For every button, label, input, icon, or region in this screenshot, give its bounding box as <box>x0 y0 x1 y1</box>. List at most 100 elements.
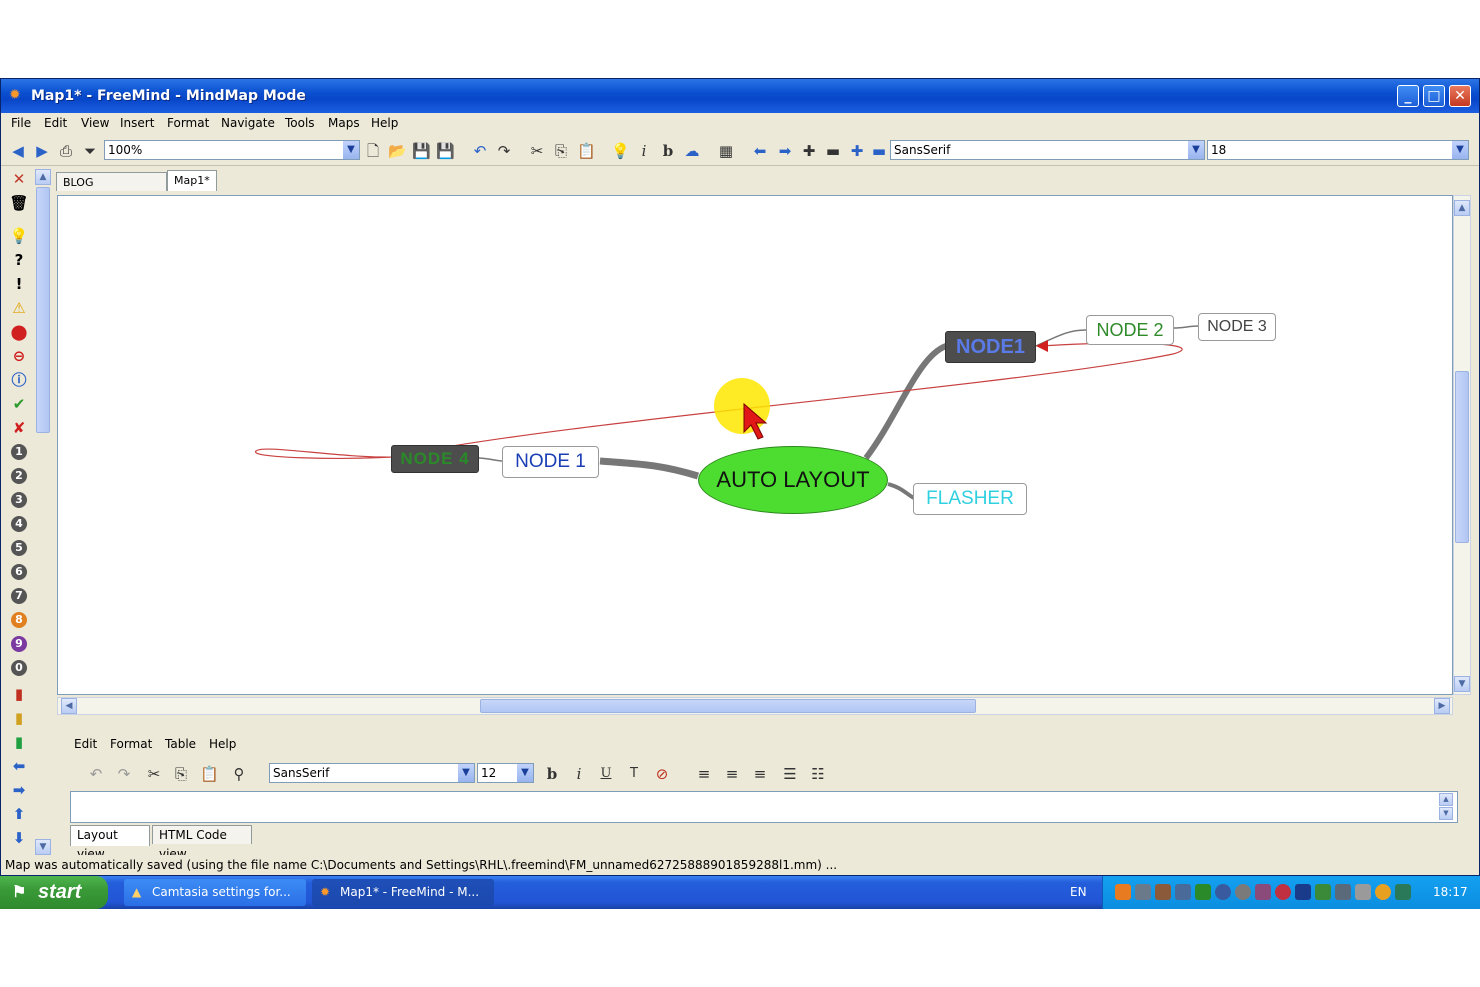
scrollbar-thumb[interactable] <box>36 187 50 433</box>
node-left-dark[interactable]: NODE 4 <box>391 445 479 473</box>
canvas-vertical-scrollbar[interactable]: ▲ ▼ <box>1453 195 1471 695</box>
arrow-left-icon[interactable]: ⬅ <box>9 756 29 776</box>
zoom-in-icon[interactable]: ✚ <box>848 142 866 160</box>
arrow-down-icon[interactable]: ⬇ <box>9 828 29 848</box>
scroll-down-icon[interactable]: ▼ <box>1454 676 1470 692</box>
menu-insert[interactable]: Insert <box>120 116 154 130</box>
tab-layout-view[interactable]: Layout view <box>70 825 150 861</box>
chevron-down-icon[interactable]: ▼ <box>343 141 359 159</box>
question-icon[interactable]: ? <box>9 250 29 270</box>
tab-blog-topics[interactable]: BLOG TOPICS.mm <box>56 172 167 208</box>
canvas-horizontal-scrollbar[interactable]: ◀ ▶ <box>57 697 1453 715</box>
italic-icon[interactable]: i <box>570 765 588 783</box>
redo-icon[interactable]: ↷ <box>495 142 513 160</box>
traffic-light-red-icon[interactable]: ▮ <box>9 684 29 704</box>
back-icon[interactable]: ◀ <box>9 142 27 160</box>
chevron-down-icon[interactable]: ▼ <box>517 764 533 782</box>
remove-last-icon[interactable]: ✕ <box>9 169 29 189</box>
language-indicator[interactable]: EN <box>1070 885 1087 899</box>
zoom-select[interactable]: 100% ▼ <box>104 140 360 160</box>
note-text-area[interactable]: ▲ ▼ <box>70 791 1458 823</box>
wireless-icon[interactable] <box>1355 884 1371 900</box>
paste-icon[interactable]: 📋 <box>200 765 219 783</box>
traffic-light-green-icon[interactable]: ▮ <box>9 732 29 752</box>
start-button[interactable]: ⚑ start <box>0 876 108 909</box>
open-icon[interactable]: 📂 <box>388 142 407 160</box>
cut-icon[interactable]: ✂ <box>145 765 163 783</box>
bluetooth-icon[interactable] <box>1295 884 1311 900</box>
tray-app-icon[interactable] <box>1155 884 1171 900</box>
volume-icon[interactable] <box>1335 884 1351 900</box>
icon-palette-scrollbar[interactable]: ▲ ▼ <box>35 169 51 855</box>
idea-icon[interactable]: 💡 <box>9 226 29 246</box>
bold-icon[interactable]: b <box>659 142 677 160</box>
priority-4-icon[interactable]: 4 <box>11 516 27 532</box>
idea-bulb-icon[interactable]: 💡 <box>611 142 630 160</box>
update-icon[interactable] <box>1375 884 1391 900</box>
editor-size-select[interactable]: 12 ▼ <box>477 763 534 783</box>
new-map-icon[interactable]: 🗋 <box>364 142 382 160</box>
menu-view[interactable]: View <box>81 116 109 130</box>
remove-node-icon[interactable]: ▬ <box>824 142 842 160</box>
print-icon[interactable]: ⎙ <box>57 142 75 160</box>
node-node1-box[interactable]: NODE 1 <box>502 446 599 478</box>
priority-8-icon[interactable]: 8 <box>11 612 27 628</box>
priority-2-icon[interactable]: 2 <box>11 468 27 484</box>
align-right-icon[interactable]: ≡ <box>751 765 769 783</box>
bullet-list-icon[interactable]: ☰ <box>781 765 799 783</box>
scroll-down-icon[interactable]: ▼ <box>35 839 51 855</box>
monitor-icon[interactable] <box>1195 884 1211 900</box>
s-app-icon[interactable] <box>1275 884 1291 900</box>
mindmap-canvas[interactable]: AUTO LAYOUT NODE1 NODE 2 NODE 3 NODE 1 N… <box>57 195 1453 695</box>
scroll-left-icon[interactable]: ◀ <box>61 698 77 714</box>
tray-extra-icon[interactable] <box>1395 884 1411 900</box>
add-node-icon[interactable]: ✚ <box>800 142 818 160</box>
cross-icon[interactable]: ✘ <box>9 418 29 438</box>
info-icon[interactable]: ⓘ <box>9 370 29 390</box>
minimize-button[interactable]: _ <box>1397 85 1419 107</box>
bold-icon[interactable]: b <box>543 765 561 783</box>
editor-menu-table[interactable]: Table <box>165 737 196 751</box>
editor-menu-format[interactable]: Format <box>110 737 152 751</box>
globe-icon[interactable] <box>1235 884 1251 900</box>
arrow-left-icon[interactable]: ⬅ <box>751 142 769 160</box>
tab-html-code-view[interactable]: HTML Code view <box>152 825 252 861</box>
filter-icon[interactable]: ⏷ <box>81 142 99 160</box>
menu-maps[interactable]: Maps <box>328 116 360 130</box>
close-button[interactable]: ✕ <box>1449 85 1471 107</box>
scroll-down-icon[interactable]: ▼ <box>1439 807 1453 820</box>
arrow-right-icon[interactable]: ➡ <box>9 780 29 800</box>
c-app-icon[interactable] <box>1215 884 1231 900</box>
taskbar-camtasia[interactable]: ▲ Camtasia settings for... <box>124 879 306 906</box>
title-bar[interactable]: ✹ Map1* - FreeMind - MindMap Mode _ □ ✕ <box>1 79 1479 113</box>
node-node1-dark[interactable]: NODE1 <box>945 331 1036 363</box>
traffic-light-yellow-icon[interactable]: ▮ <box>9 708 29 728</box>
scroll-up-icon[interactable]: ▲ <box>1454 200 1470 216</box>
menu-help[interactable]: Help <box>371 116 398 130</box>
menu-edit[interactable]: Edit <box>44 116 67 130</box>
warning-icon[interactable]: ⚠ <box>9 298 29 318</box>
align-center-icon[interactable]: ≡ <box>723 765 741 783</box>
align-left-icon[interactable]: ≡ <box>695 765 713 783</box>
vlc-icon[interactable] <box>1115 884 1131 900</box>
priority-7-icon[interactable]: 7 <box>11 588 27 604</box>
editor-menu-help[interactable]: Help <box>209 737 236 751</box>
undo-icon[interactable]: ↶ <box>471 142 489 160</box>
menu-tools[interactable]: Tools <box>285 116 315 130</box>
save-as-icon[interactable]: 💾 <box>436 142 455 160</box>
scroll-up-icon[interactable]: ▲ <box>35 169 51 185</box>
checkmark-icon[interactable]: ✔ <box>9 394 29 414</box>
save-icon[interactable]: 💾 <box>412 142 431 160</box>
italic-icon[interactable]: i <box>635 142 653 160</box>
priority-6-icon[interactable]: 6 <box>11 564 27 580</box>
security-icon[interactable] <box>1255 884 1271 900</box>
network-icon[interactable] <box>1135 884 1151 900</box>
find-icon[interactable]: ⚲ <box>230 765 248 783</box>
menu-navigate[interactable]: Navigate <box>221 116 275 130</box>
tab-map1[interactable]: Map1* <box>167 170 217 191</box>
font-family-select[interactable]: SansSerif ▼ <box>890 140 1205 160</box>
scrollbar-thumb[interactable] <box>480 699 976 713</box>
priority-3-icon[interactable]: 3 <box>11 492 27 508</box>
cut-icon[interactable]: ✂ <box>528 142 546 160</box>
node-node3[interactable]: NODE 3 <box>1198 313 1276 341</box>
